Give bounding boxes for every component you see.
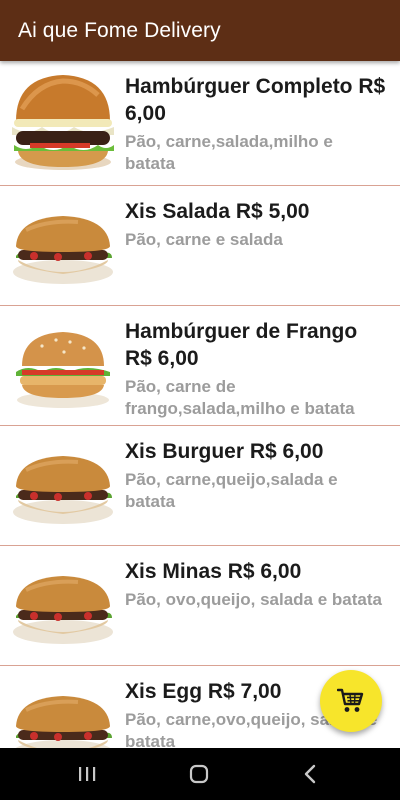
product-item[interactable]: Xis Salada R$ 5,00 Pão, carne e salada <box>0 186 400 306</box>
hamburger-image <box>12 75 114 170</box>
recent-apps-icon[interactable] <box>67 762 107 786</box>
back-icon[interactable] <box>291 762 331 786</box>
product-name: Xis Minas R$ 6,00 <box>125 560 302 583</box>
product-name: Xis Burguer R$ 6,00 <box>125 440 324 463</box>
cart-icon <box>337 688 364 712</box>
product-name: Xis Salada R$ 5,00 <box>125 200 310 223</box>
home-icon[interactable] <box>179 762 219 786</box>
product-name: Hambúrguer de Frango R$ 6,00 <box>125 320 358 370</box>
product-item[interactable]: Xis Minas R$ 6,00 Pão, ovo,queijo, salad… <box>0 546 400 666</box>
product-item[interactable]: Hambúrguer Completo R$ 6,00 Pão, carne,s… <box>0 61 400 186</box>
chicken-burger-image <box>16 332 110 408</box>
product-description: Pão, carne e salada <box>125 230 283 249</box>
product-item[interactable]: Hambúrguer de Frango R$ 6,00 Pão, carne … <box>0 306 400 426</box>
product-list[interactable]: Hambúrguer Completo R$ 6,00 Pão, carne,s… <box>0 61 400 748</box>
xis-image <box>13 456 113 524</box>
app-title: Ai que Fome Delivery <box>18 19 221 42</box>
cart-button[interactable] <box>320 670 382 732</box>
product-description: Pão, carne,salada,milho e batata <box>125 132 333 173</box>
product-description: Pão, carne,queijo,salada e batata <box>125 470 338 511</box>
app-bar: Ai que Fome Delivery <box>0 0 400 61</box>
product-name: Hambúrguer Completo R$ 6,00 <box>125 75 386 125</box>
product-item[interactable]: Xis Burguer R$ 6,00 Pão, carne,queijo,sa… <box>0 426 400 546</box>
system-nav-bar <box>0 748 400 800</box>
xis-image <box>15 696 112 748</box>
xis-image <box>13 576 113 644</box>
xis-image <box>13 216 113 284</box>
product-description: Pão, carne de frango,salada,milho e bata… <box>125 377 355 418</box>
product-description: Pão, ovo,queijo, salada e batata <box>125 590 382 609</box>
